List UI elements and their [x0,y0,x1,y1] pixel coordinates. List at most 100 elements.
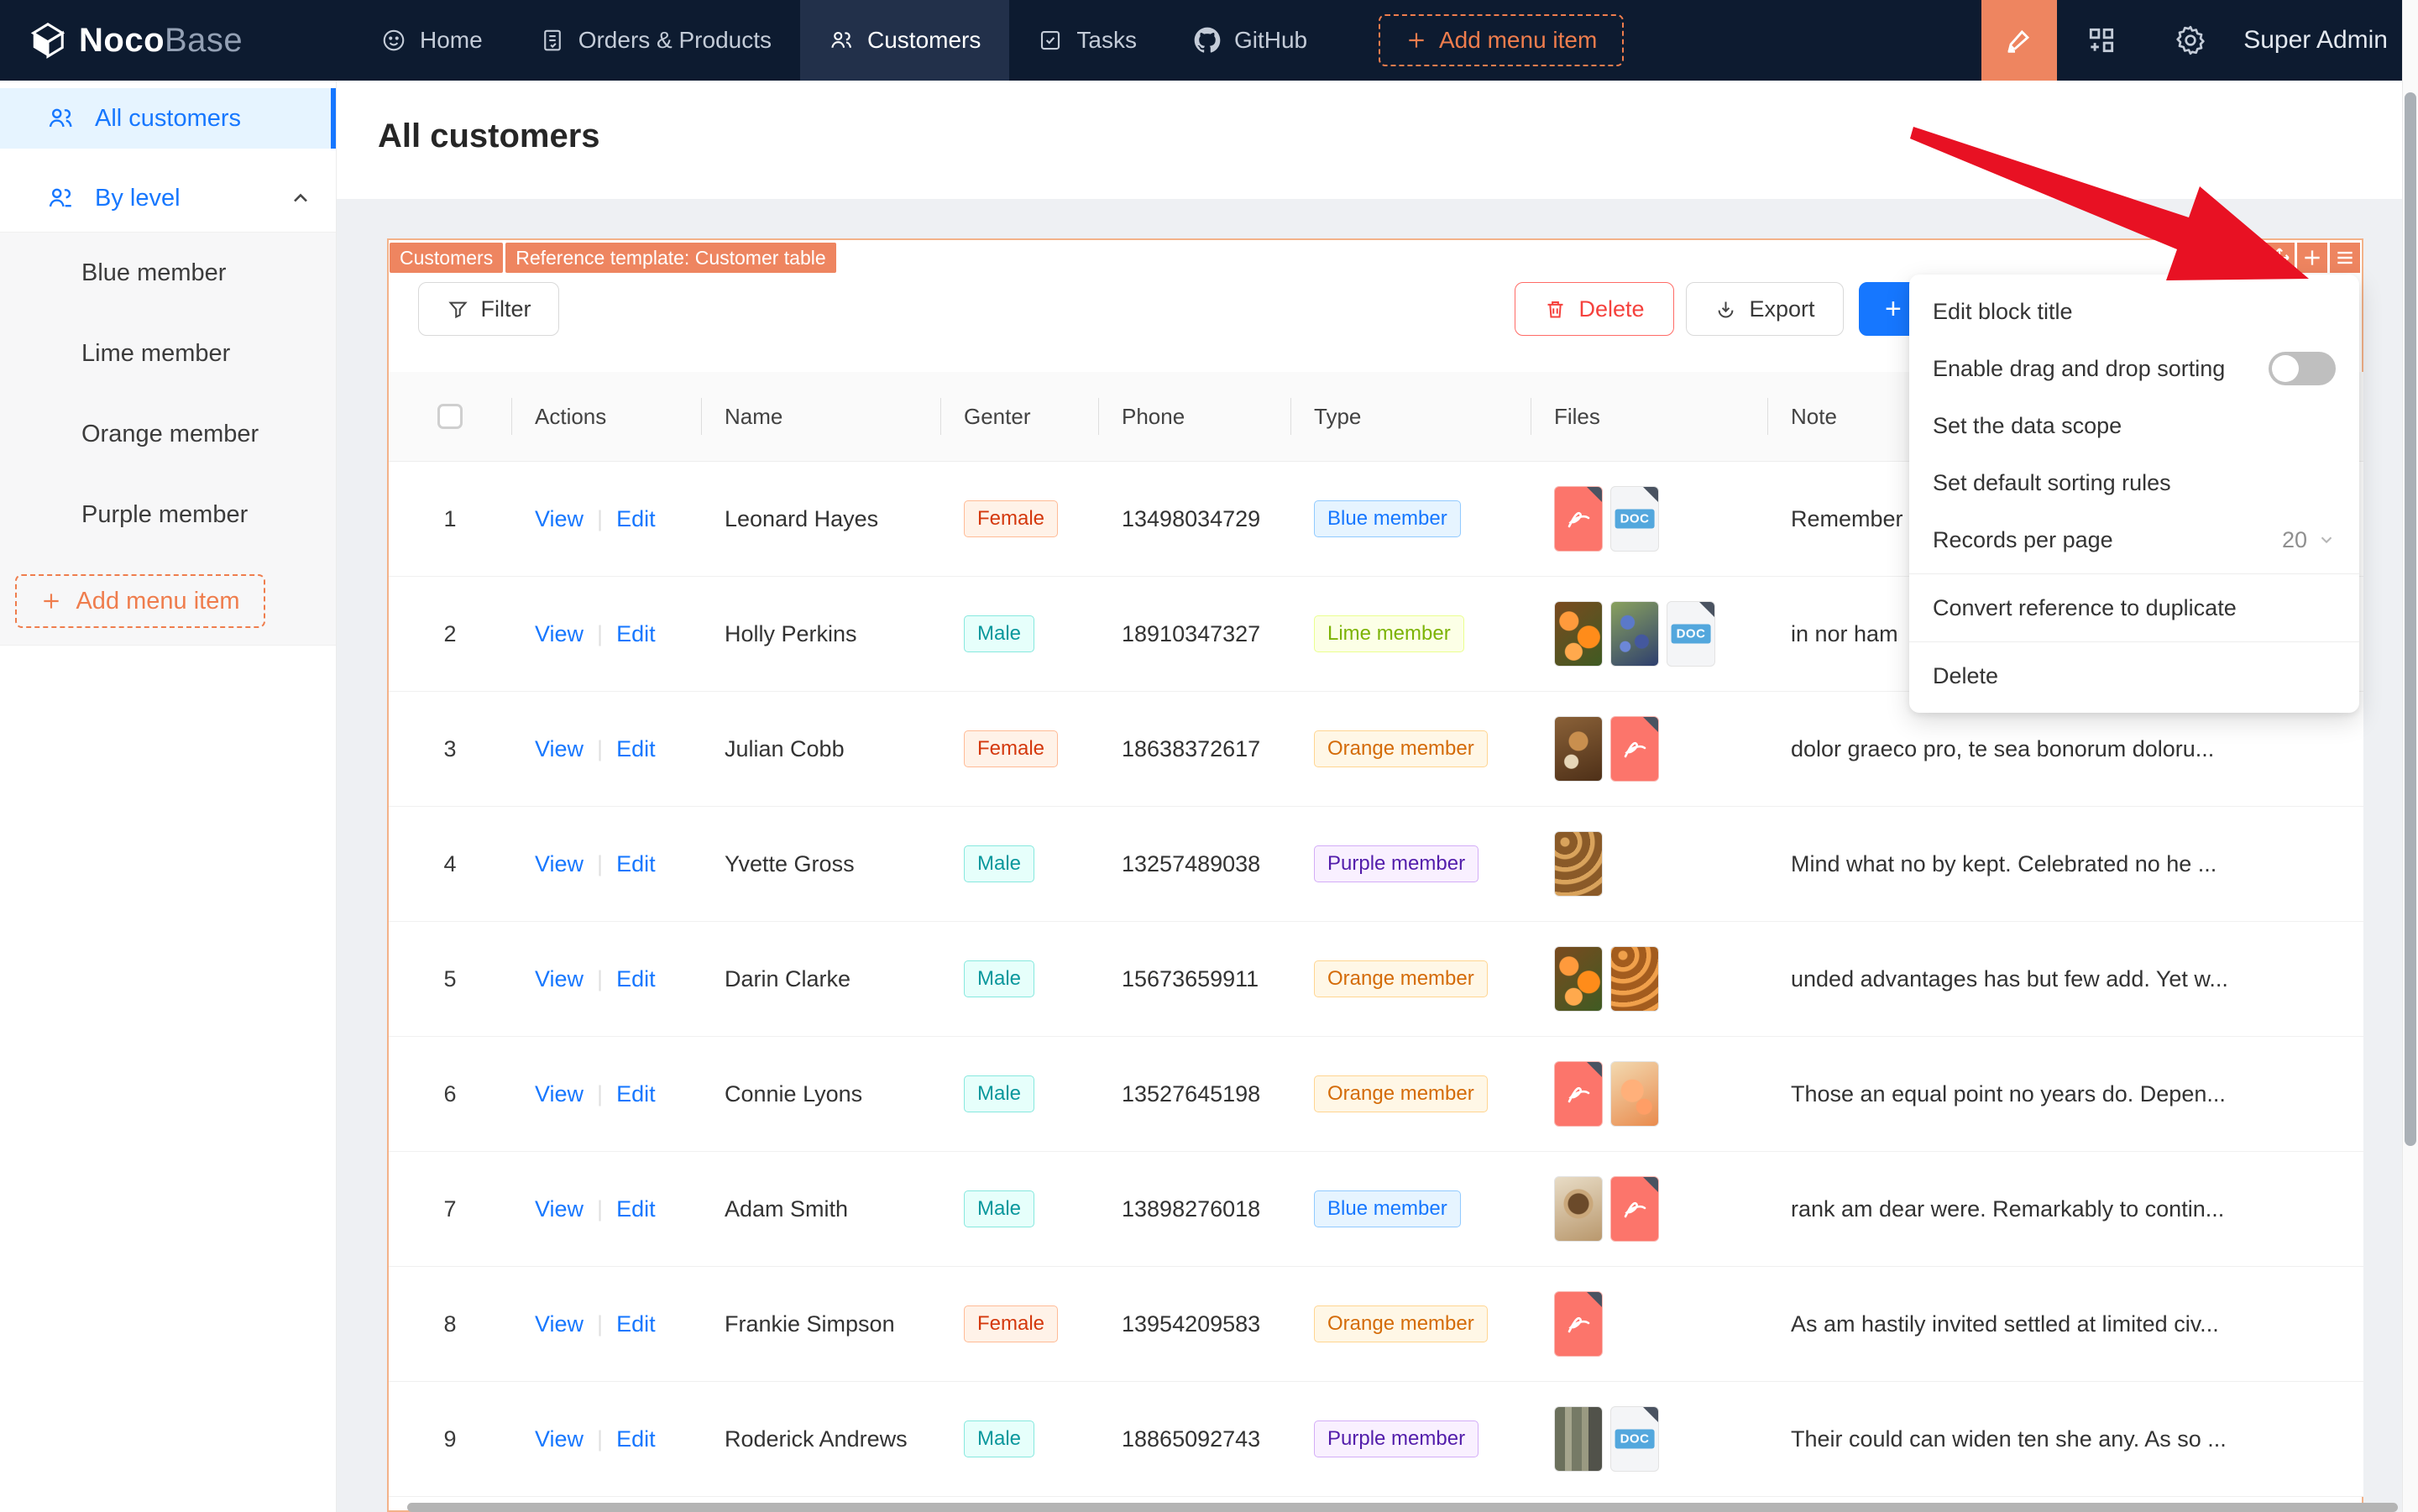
column-header-actions[interactable]: Actions [511,404,701,430]
navbar-add-menu-item-button[interactable]: Add menu item [1379,14,1625,66]
sidebar-item-by-level[interactable]: By level [0,168,336,228]
pdf-file-icon[interactable] [1610,1176,1659,1242]
view-link[interactable]: View [535,1081,584,1107]
edit-link[interactable]: Edit [616,1311,656,1337]
menu-item-enable-drag-sorting[interactable]: Enable drag and drop sorting [1909,340,2359,397]
delete-label: Delete [1578,296,1645,322]
logo-text: NocoBase [79,21,243,59]
edit-link[interactable]: Edit [616,1081,656,1107]
image-attachment-thumbnail[interactable] [1554,1406,1603,1472]
sidebar-item-lime-member[interactable]: Lime member [0,313,336,394]
image-attachment-thumbnail[interactable] [1554,946,1603,1012]
phone-number: 18638372617 [1122,735,1261,761]
plugin-manager-button[interactable] [2057,0,2146,81]
nav-tab-customers[interactable]: Customers [800,0,1010,81]
image-attachment-thumbnail[interactable] [1610,1061,1659,1127]
drag-handle-icon[interactable] [2264,243,2295,273]
sidebar-item-purple-member[interactable]: Purple member [0,474,336,555]
column-header-phone[interactable]: Phone [1098,404,1290,430]
image-attachment-thumbnail[interactable] [1610,946,1659,1012]
row-index: 1 [443,505,457,531]
select-all-checkbox[interactable] [437,404,463,429]
drag-sorting-toggle[interactable] [2269,352,2336,385]
view-link[interactable]: View [535,1311,584,1337]
doc-file-icon[interactable]: DOC [1610,486,1659,552]
member-type-tag: Orange member [1314,1305,1488,1342]
files-cell [1531,831,1767,897]
nav-tab-tasks[interactable]: Tasks [1009,0,1165,81]
sidebar-item-all-customers[interactable]: All customers [0,88,336,149]
row-index: 3 [443,735,457,761]
column-header-genter[interactable]: Genter [940,404,1098,430]
nav-tab-orders-products[interactable]: Orders & Products [511,0,800,81]
edit-link[interactable]: Edit [616,1426,656,1452]
view-link[interactable]: View [535,506,584,531]
phone-number: 18865092743 [1122,1426,1261,1452]
view-link[interactable]: View [535,851,584,876]
column-header-type[interactable]: Type [1290,404,1531,430]
collection-tag: Customers [390,243,504,273]
horizontal-scrollbar-thumb[interactable] [407,1503,2398,1512]
add-block-icon[interactable] [2297,243,2327,273]
menu-item-convert-reference[interactable]: Convert reference to duplicate [1909,579,2359,636]
vertical-scrollbar[interactable] [2402,0,2418,1512]
pdf-file-icon[interactable] [1554,1291,1603,1357]
export-button[interactable]: Export [1686,282,1844,336]
nav-tab-home[interactable]: Home [353,0,511,81]
settings-button[interactable] [2146,0,2235,81]
sidebar-item-orange-member[interactable]: Orange member [0,394,336,474]
view-link[interactable]: View [535,621,584,646]
ui-editor-button[interactable] [1981,0,2058,81]
edit-link[interactable]: Edit [616,851,656,876]
doc-file-icon[interactable]: DOC [1610,1406,1659,1472]
edit-link[interactable]: Edit [616,966,656,991]
user-menu[interactable]: Super Admin [2235,26,2418,55]
row-actions: View | Edit [511,966,701,992]
view-link[interactable]: View [535,736,584,761]
sidebar-item-blue-member[interactable]: Blue member [0,233,336,313]
link-divider: | [597,1311,604,1337]
image-attachment-thumbnail[interactable] [1554,716,1603,782]
gender-cell: Male [940,615,1098,652]
filter-button[interactable]: Filter [418,282,559,336]
sidebar-item-label: All customers [95,104,242,132]
image-attachment-thumbnail[interactable] [1610,601,1659,667]
pdf-file-icon[interactable] [1554,486,1603,552]
delete-button[interactable]: Delete [1515,282,1674,336]
records-per-page-select[interactable]: 20 [2282,527,2336,553]
column-divider [940,398,941,435]
records-per-page-value: 20 [2281,526,2307,552]
row-index: 8 [443,1311,457,1337]
filter-label: Filter [480,296,531,322]
pdf-file-icon[interactable] [1610,716,1659,782]
member-type-tag: Blue member [1314,1190,1461,1227]
menu-item-edit-block-title[interactable]: Edit block title [1909,283,2359,340]
menu-item-delete-block[interactable]: Delete [1909,647,2359,704]
vertical-scrollbar-thumb[interactable] [2405,92,2416,1146]
column-header-files[interactable]: Files [1531,404,1767,430]
gender-tag: Male [964,1075,1035,1112]
nav-tab-github[interactable]: GitHub [1165,0,1336,81]
block-settings-menu-icon[interactable] [2330,243,2360,273]
sidebar-add-menu-item-button[interactable]: Add menu item [15,574,265,628]
doc-file-icon[interactable]: DOC [1667,601,1715,667]
edit-link[interactable]: Edit [616,736,656,761]
edit-link[interactable]: Edit [616,1196,656,1222]
image-attachment-thumbnail[interactable] [1554,1176,1603,1242]
link-divider: | [597,505,604,531]
image-attachment-thumbnail[interactable] [1554,831,1603,897]
row-actions: View | Edit [511,1426,701,1452]
menu-item-set-data-scope[interactable]: Set the data scope [1909,397,2359,454]
edit-link[interactable]: Edit [616,506,656,531]
pdf-file-icon[interactable] [1554,1061,1603,1127]
column-header-name[interactable]: Name [701,404,940,430]
view-link[interactable]: View [535,966,584,991]
menu-item-set-default-sorting[interactable]: Set default sorting rules [1909,454,2359,511]
nocobase-logo[interactable]: NocoBase [29,0,243,81]
view-link[interactable]: View [535,1196,584,1222]
menu-item-records-per-page[interactable]: Records per page 20 [1909,511,2359,568]
edit-link[interactable]: Edit [616,621,656,646]
image-attachment-thumbnail[interactable] [1554,601,1603,667]
phone-number: 13898276018 [1122,1195,1261,1222]
view-link[interactable]: View [535,1426,584,1452]
